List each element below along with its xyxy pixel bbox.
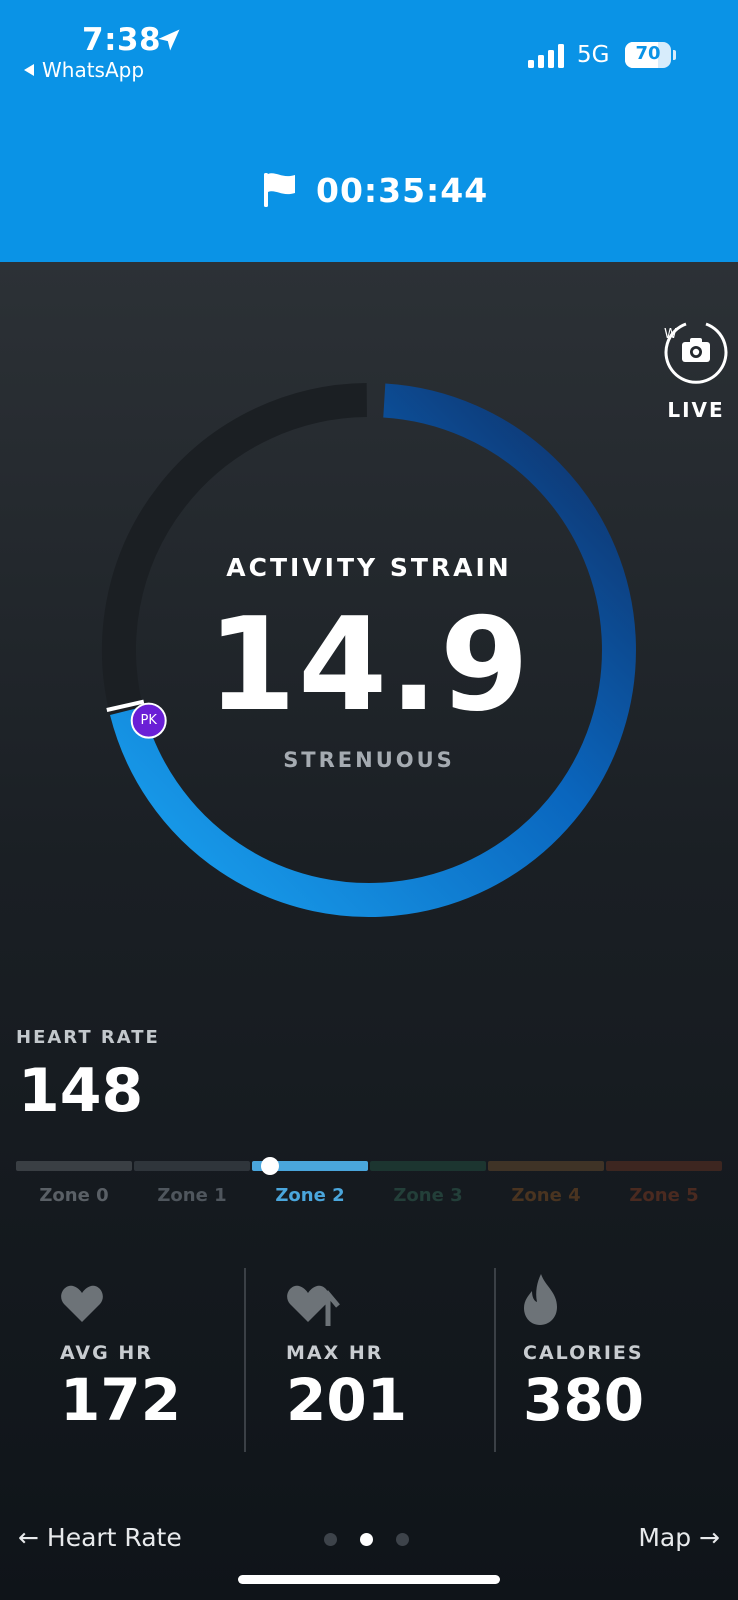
zone-bar (134, 1161, 250, 1171)
max-hr-value: 201 (286, 1366, 408, 1434)
heart-rate-zones: Zone 0 Zone 1 Zone 2 Zone 3 Zone 4 Zone 5 (16, 1161, 722, 1221)
back-to-app-link[interactable]: WhatsApp (24, 58, 144, 82)
next-page-link-map[interactable]: Map → (638, 1523, 720, 1552)
zone-4: Zone 4 (488, 1161, 604, 1206)
calories-label: CALORIES (523, 1342, 644, 1364)
page-indicator[interactable] (324, 1533, 414, 1547)
avg-hr-label: AVG HR (60, 1342, 153, 1364)
stats-divider (244, 1268, 246, 1452)
battery-icon: 70 (625, 42, 676, 68)
battery-level: 70 (635, 43, 661, 64)
timer-value: 00:35:44 (316, 170, 489, 210)
calories-stat: CALORIES 380 (523, 1268, 738, 1452)
svg-text:W: W (664, 327, 677, 342)
zone-3: Zone 3 (370, 1161, 486, 1206)
avg-hr-stat: AVG HR 172 (60, 1268, 300, 1452)
max-hr-stat: MAX HR 201 (286, 1268, 526, 1452)
zone-label: Zone 3 (393, 1185, 463, 1206)
stats-divider (494, 1268, 496, 1452)
zone-label: Zone 2 (275, 1185, 345, 1206)
back-app-label: WhatsApp (42, 58, 145, 82)
strain-value: 14.9 (207, 591, 531, 740)
page-dot[interactable] (324, 1533, 337, 1546)
calories-value: 380 (523, 1366, 645, 1434)
location-arrow-icon (158, 29, 180, 51)
heart-up-icon (287, 1285, 340, 1326)
heart-icon (61, 1285, 103, 1322)
live-camera-button[interactable]: W (662, 318, 730, 386)
page-dot[interactable] (360, 1533, 373, 1546)
zone-1: Zone 1 (134, 1161, 250, 1206)
prev-page-link-heart-rate[interactable]: ← Heart Rate (18, 1523, 182, 1552)
zone-label: Zone 0 (39, 1185, 109, 1206)
activity-timer: 00:35:44 (262, 168, 488, 212)
zone-label: Zone 1 (157, 1185, 227, 1206)
status-time: 7:38 (82, 22, 162, 58)
heart-rate-label: HEART RATE (16, 1027, 160, 1048)
strain-level: STRENUOUS (283, 748, 455, 772)
zone-bar (606, 1161, 722, 1171)
zone-bar (16, 1161, 132, 1171)
strain-title: ACTIVITY STRAIN (226, 553, 512, 582)
header-bar: 7:38 WhatsApp 5G 70 00:35:44 (0, 0, 738, 262)
zone-0: Zone 0 (16, 1161, 132, 1206)
zone-label: Zone 5 (629, 1185, 699, 1206)
signal-icon (528, 44, 564, 68)
avg-hr-value: 172 (60, 1366, 182, 1434)
flag-icon (264, 173, 295, 207)
flame-icon (524, 1274, 557, 1325)
back-triangle-icon (24, 64, 34, 76)
home-indicator[interactable] (238, 1575, 500, 1584)
heart-rate-value: 148 (18, 1056, 144, 1126)
zone-bar (370, 1161, 486, 1171)
zone-label: Zone 4 (511, 1185, 581, 1206)
zone-5: Zone 5 (606, 1161, 722, 1206)
zone-bar (488, 1161, 604, 1171)
network-type: 5G (577, 42, 610, 68)
max-hr-label: MAX HR (286, 1342, 384, 1364)
page-dot[interactable] (396, 1533, 409, 1546)
stats-row: AVG HR 172 MAX HR 201 CALORIES 380 (0, 1268, 738, 1452)
